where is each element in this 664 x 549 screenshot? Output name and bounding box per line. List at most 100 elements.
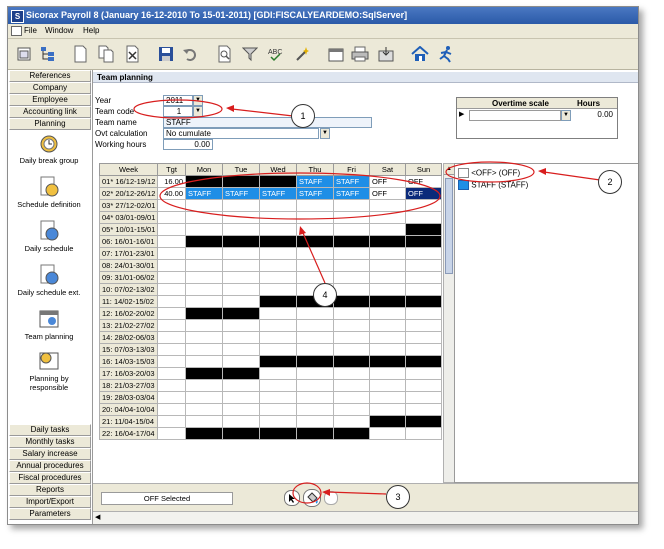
sidebar-item-team-planning[interactable]: Team planning — [8, 308, 90, 341]
filter-icon[interactable] — [240, 44, 260, 64]
day-cell[interactable] — [333, 367, 370, 380]
week-cell[interactable]: 13: 21/02-27/02 — [99, 319, 158, 332]
day-cell[interactable] — [296, 271, 334, 284]
col-tue[interactable]: Tue — [222, 163, 260, 176]
day-cell[interactable] — [222, 307, 260, 320]
col-sun[interactable]: Sun — [405, 163, 442, 176]
home-icon[interactable] — [410, 44, 430, 64]
week-cell[interactable]: 10: 07/02-13/02 — [99, 283, 158, 296]
team-name-field[interactable]: STAFF — [163, 117, 372, 128]
day-cell[interactable] — [369, 391, 406, 404]
target-cell[interactable] — [157, 283, 186, 296]
day-cell[interactable] — [369, 403, 406, 416]
day-cell[interactable] — [185, 235, 223, 248]
day-cell[interactable] — [222, 199, 260, 212]
day-cell[interactable] — [259, 355, 297, 368]
table-row[interactable]: 17: 16/03-20/03 — [99, 367, 442, 380]
day-cell[interactable] — [185, 427, 223, 440]
target-cell[interactable] — [157, 259, 186, 272]
day-cell[interactable] — [296, 211, 334, 224]
day-cell[interactable]: STAFF — [185, 187, 223, 200]
spell-check-icon[interactable]: ABC — [266, 44, 286, 64]
day-cell[interactable]: OFF — [405, 175, 442, 188]
day-cell[interactable] — [259, 211, 297, 224]
target-cell[interactable] — [157, 295, 186, 308]
nav-fiscal-procedures[interactable]: Fiscal procedures — [9, 472, 91, 484]
table-row[interactable]: 07: 17/01-23/01 — [99, 247, 442, 260]
day-cell[interactable] — [333, 427, 370, 440]
nav-annual-procedures[interactable]: Annual procedures — [9, 460, 91, 472]
day-cell[interactable] — [369, 211, 406, 224]
day-cell[interactable] — [296, 379, 334, 392]
day-cell[interactable]: STAFF — [333, 187, 370, 200]
day-cell[interactable] — [296, 235, 334, 248]
day-cell[interactable]: OFF — [369, 187, 406, 200]
day-cell[interactable] — [185, 247, 223, 260]
menu-file[interactable]: File — [24, 26, 37, 35]
target-cell[interactable] — [157, 247, 186, 260]
day-cell[interactable] — [296, 247, 334, 260]
day-cell[interactable] — [296, 355, 334, 368]
week-cell[interactable]: 19: 28/03-03/04 — [99, 391, 158, 404]
day-cell[interactable] — [369, 331, 406, 344]
day-cell[interactable] — [333, 355, 370, 368]
table-row[interactable]: 06: 16/01-16/01 — [99, 235, 442, 248]
day-cell[interactable] — [259, 331, 297, 344]
day-cell[interactable] — [185, 415, 223, 428]
table-row[interactable]: 11: 14/02-15/02 — [99, 295, 442, 308]
day-cell[interactable] — [333, 331, 370, 344]
day-cell[interactable] — [185, 391, 223, 404]
col-mon[interactable]: Mon — [185, 163, 223, 176]
undo-icon[interactable] — [180, 44, 200, 64]
overtime-scale-dropdown-arrow[interactable]: ▼ — [561, 110, 571, 121]
day-cell[interactable] — [259, 415, 297, 428]
sidebar-item-daily-schedule[interactable]: Daily schedule — [8, 220, 90, 253]
target-cell[interactable] — [157, 271, 186, 284]
day-cell[interactable] — [259, 307, 297, 320]
day-cell[interactable] — [405, 199, 442, 212]
day-cell[interactable] — [369, 283, 406, 296]
week-cell[interactable]: 14: 28/02-06/03 — [99, 331, 158, 344]
day-cell[interactable] — [222, 271, 260, 284]
day-cell[interactable] — [369, 247, 406, 260]
nav-reports[interactable]: Reports — [9, 484, 91, 496]
day-cell[interactable] — [222, 415, 260, 428]
tool-option-button[interactable] — [324, 491, 338, 505]
day-cell[interactable] — [333, 199, 370, 212]
day-cell[interactable] — [333, 211, 370, 224]
target-cell[interactable] — [157, 355, 186, 368]
nav-company[interactable]: Company — [9, 82, 91, 94]
day-cell[interactable] — [369, 259, 406, 272]
export-icon[interactable] — [376, 44, 396, 64]
day-cell[interactable] — [222, 223, 260, 236]
print-preview-icon[interactable] — [214, 44, 234, 64]
target-cell[interactable] — [157, 379, 186, 392]
day-cell[interactable] — [405, 403, 442, 416]
day-cell[interactable] — [405, 343, 442, 356]
day-cell[interactable] — [333, 415, 370, 428]
day-cell[interactable] — [222, 367, 260, 380]
day-cell[interactable] — [333, 307, 370, 320]
day-cell[interactable] — [296, 223, 334, 236]
col-thu[interactable]: Thu — [296, 163, 334, 176]
day-cell[interactable] — [296, 403, 334, 416]
week-cell[interactable]: 18: 21/03-27/03 — [99, 379, 158, 392]
day-cell[interactable] — [185, 379, 223, 392]
nav-monthly-tasks[interactable]: Monthly tasks — [9, 436, 91, 448]
table-row[interactable]: 22: 16/04-17/04 — [99, 427, 442, 440]
nav-daily-tasks[interactable]: Daily tasks — [9, 424, 91, 436]
week-cell[interactable]: 17: 16/03-20/03 — [99, 367, 158, 380]
day-cell[interactable]: OFF — [405, 187, 442, 200]
day-cell[interactable] — [259, 199, 297, 212]
col-tgt[interactable]: Tgt — [157, 163, 186, 176]
day-cell[interactable] — [222, 259, 260, 272]
day-cell[interactable] — [333, 223, 370, 236]
tree-icon[interactable] — [38, 44, 58, 64]
target-cell[interactable] — [157, 223, 186, 236]
day-cell[interactable]: STAFF — [259, 187, 297, 200]
day-cell[interactable] — [222, 403, 260, 416]
col-fri[interactable]: Fri — [333, 163, 370, 176]
table-row[interactable]: 14: 28/02-06/03 — [99, 331, 442, 344]
col-sat[interactable]: Sat — [369, 163, 406, 176]
table-row[interactable]: 02* 20/12-26/12 40.00 STAFF STAFF STAFF STAFF… — [99, 187, 442, 200]
